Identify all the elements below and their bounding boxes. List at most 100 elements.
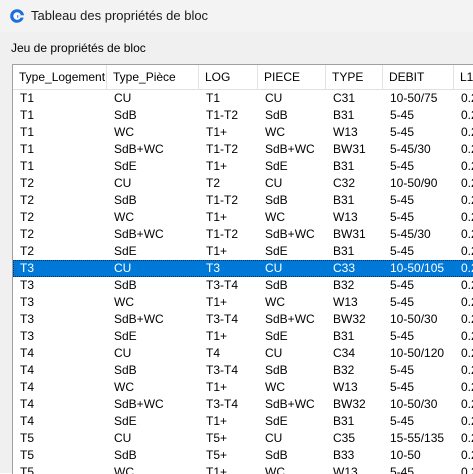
table-cell: T3	[20, 295, 35, 309]
table-cell: 0.2	[461, 363, 473, 377]
table-cell: T2	[20, 227, 35, 241]
column-header-type-logement[interactable]: Type_Logement	[13, 65, 107, 89]
table-cell: B32	[333, 278, 355, 292]
table-row[interactable]: T3 WC T1+ WC W13 5-45 0.2	[13, 294, 473, 311]
title-bar[interactable]: Tableau des propriétés de bloc	[0, 0, 473, 32]
table-cell: T3	[20, 329, 35, 343]
table-cell: SdB	[265, 108, 288, 122]
table-cell: B32	[333, 363, 355, 377]
table-cell: WC	[265, 210, 285, 224]
table-row[interactable]: T1 SdE T1+ SdE B31 5-45 0.2	[13, 158, 473, 175]
table-cell: CU	[114, 431, 132, 445]
table-cell: 10-50	[390, 448, 421, 462]
table-cell: CU	[265, 431, 283, 445]
table-cell: SdB	[114, 363, 137, 377]
table-cell: C35	[333, 431, 356, 445]
table-cell: 0.2	[461, 278, 473, 292]
table-cell: SdB+WC	[265, 227, 315, 241]
table-cell: 0.2	[461, 227, 473, 241]
table-cell: SdB	[265, 448, 288, 462]
table-cell: T3	[20, 278, 35, 292]
table-row[interactable]: T1 SdB T1-T2 SdB B31 5-45 0.2	[13, 107, 473, 124]
table-cell: CU	[265, 346, 283, 360]
table-cell: SdE	[114, 414, 137, 428]
table-cell: 0.2	[461, 312, 473, 326]
table-row[interactable]: T2 CU T2 CU C32 10-50/90 0.2	[13, 175, 473, 192]
table-cell: T1	[20, 125, 35, 139]
table-cell: 5-45/30	[390, 142, 431, 156]
table-cell: T1+	[206, 125, 228, 139]
group-label: Jeu de propriétés de bloc	[11, 41, 146, 55]
table-row[interactable]: T2 SdE T1+ SdE B31 5-45 0.2	[13, 243, 473, 260]
table-cell: 5-45	[390, 193, 415, 207]
table-cell: SdB	[114, 193, 137, 207]
table-cell: 0.2	[461, 176, 473, 190]
table-cell: SdE	[265, 414, 288, 428]
table-cell: T5	[20, 448, 35, 462]
table-cell: 15-55/135	[390, 431, 445, 445]
table-row[interactable]: T4 SdE T1+ SdE B31 5-45 0.2	[13, 413, 473, 430]
column-header-type-piece[interactable]: Type_Pièce	[107, 65, 199, 89]
table-row[interactable]: T2 SdB+WC T1-T2 SdB+WC BW31 5-45/30 0.2	[13, 226, 473, 243]
table-row[interactable]: T3 SdB T3-T4 SdB B32 5-45 0.2	[13, 277, 473, 294]
table-row[interactable]: T2 WC T1+ WC W13 5-45 0.2	[13, 209, 473, 226]
properties-table[interactable]: Type_Logement Type_Pièce LOG PIECE TYPE …	[12, 64, 473, 474]
table-cell: T1	[20, 91, 35, 105]
table-cell: B31	[333, 159, 355, 173]
column-header-log[interactable]: LOG	[199, 65, 258, 89]
column-header-piece[interactable]: PIECE	[258, 65, 326, 89]
table-cell: CU	[114, 261, 132, 275]
table-cell: SdB	[265, 363, 288, 377]
table-header: Type_Logement Type_Pièce LOG PIECE TYPE …	[13, 65, 473, 90]
table-cell: 5-45	[390, 159, 415, 173]
table-cell: 0.2	[461, 261, 473, 275]
column-header-debit[interactable]: DEBIT	[383, 65, 454, 89]
table-cell: WC	[265, 125, 285, 139]
column-header-l1[interactable]: L1	[454, 65, 473, 89]
table-cell: T1	[206, 91, 221, 105]
table-cell: 5-45	[390, 108, 415, 122]
table-cell: C34	[333, 346, 356, 360]
table-cell: B31	[333, 414, 355, 428]
table-cell: T1	[20, 142, 35, 156]
table-row[interactable]: T4 WC T1+ WC W13 5-45 0.2	[13, 379, 473, 396]
table-cell: W13	[333, 295, 358, 309]
table-cell: CU	[265, 91, 283, 105]
table-cell: T1+	[206, 244, 228, 258]
table-cell: T1	[20, 108, 35, 122]
table-cell: T1+	[206, 380, 228, 394]
table-cell: 5-45	[390, 380, 415, 394]
table-body: T1 CU T1 CU C31 10-50/75 0.2 T1 SdB T1-T2 SdB B31 5-…	[13, 90, 473, 474]
table-cell: T3-T4	[206, 397, 239, 411]
table-row[interactable]: T3 SdE T1+ SdE B31 5-45 0.2	[13, 328, 473, 345]
table-cell: BW32	[333, 397, 366, 411]
column-header-type[interactable]: TYPE	[326, 65, 383, 89]
table-row[interactable]: T2 SdB T1-T2 SdB B31 5-45 0.2	[13, 192, 473, 209]
table-cell: BW31	[333, 142, 366, 156]
table-cell: T2	[20, 210, 35, 224]
table-row[interactable]: T4 SdB+WC T3-T4 SdB+WC BW32 10-50/30 0.2	[13, 396, 473, 413]
table-row-selected[interactable]: T3 CU T3 CU C33 10-50/105 0.2	[13, 260, 473, 277]
table-row[interactable]: T1 CU T1 CU C31 10-50/75 0.2	[13, 90, 473, 107]
table-cell: WC	[114, 125, 134, 139]
table-row[interactable]: T4 SdB T3-T4 SdB B32 5-45 0.2	[13, 362, 473, 379]
table-cell: CU	[114, 346, 132, 360]
table-cell: SdB	[114, 448, 137, 462]
table-cell: T4	[206, 346, 221, 360]
table-row[interactable]: T1 SdB+WC T1-T2 SdB+WC BW31 5-45/30 0.2	[13, 141, 473, 158]
table-cell: W13	[333, 210, 358, 224]
table-cell: SdB	[265, 278, 288, 292]
table-row[interactable]: T5 SdB T5+ SdB B33 10-50 0.2	[13, 447, 473, 464]
table-cell: C31	[333, 91, 356, 105]
table-row[interactable]: T4 CU T4 CU C34 10-50/120 0.2	[13, 345, 473, 362]
table-cell: 0.2	[461, 159, 473, 173]
table-cell: 0.2	[461, 295, 473, 309]
table-row[interactable]: T5 CU T5+ CU C35 15-55/135 0.2	[13, 430, 473, 447]
table-row[interactable]: T3 SdB+WC T3-T4 SdB+WC BW32 10-50/30 0.2	[13, 311, 473, 328]
table-cell: T4	[20, 397, 35, 411]
table-cell: B31	[333, 329, 355, 343]
table-cell: 10-50/90	[390, 176, 438, 190]
table-row[interactable]: T1 WC T1+ WC W13 5-45 0.2	[13, 124, 473, 141]
table-cell: T4	[20, 380, 35, 394]
table-cell: 5-45	[390, 363, 415, 377]
